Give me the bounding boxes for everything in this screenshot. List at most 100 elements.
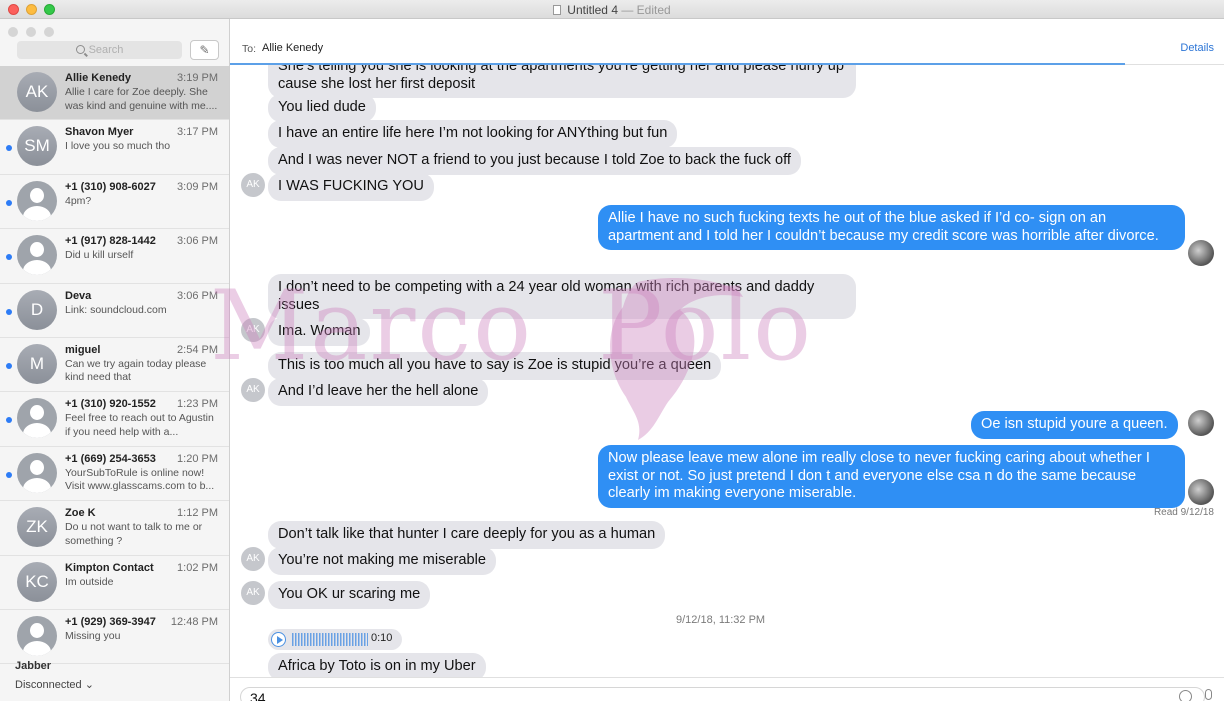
search-icon bbox=[75, 45, 85, 54]
sent-message[interactable]: Oe isn stupid youre a queen. bbox=[971, 411, 1178, 439]
inactive-window-controls bbox=[8, 24, 62, 42]
unread-indicator bbox=[6, 145, 12, 152]
conversation-time: 2:54 PM bbox=[177, 343, 218, 356]
avatar: ZK bbox=[17, 507, 57, 548]
received-message[interactable]: You lied dude bbox=[268, 94, 376, 122]
conversation-time: 3:19 PM bbox=[177, 72, 218, 84]
read-receipt: Read 9/12/18 bbox=[1153, 507, 1214, 518]
conversation-item[interactable]: KC Kimpton Contact 1:02 PM Im outside bbox=[0, 556, 229, 610]
unread-indicator bbox=[6, 362, 12, 369]
received-message[interactable]: You’re not making me miserable bbox=[268, 547, 496, 575]
conversation-time: 1:02 PM bbox=[177, 561, 218, 574]
person-icon bbox=[17, 180, 57, 221]
edited-indicator: — Edited bbox=[621, 3, 671, 17]
conversation-time: 3:09 PM bbox=[177, 180, 218, 193]
conversation-name: +1 (310) 920-1552 bbox=[65, 398, 156, 411]
contact-avatar: AK bbox=[241, 378, 265, 402]
received-message[interactable]: You OK ur scaring me bbox=[268, 581, 431, 609]
contact-avatar: AK bbox=[241, 547, 265, 571]
received-message[interactable]: Ima. Woman bbox=[268, 318, 371, 346]
window-title-text: Untitled 4 bbox=[567, 3, 618, 17]
details-button[interactable]: Details bbox=[1180, 42, 1214, 54]
conversation-name: Kimpton Contact bbox=[65, 561, 154, 574]
person-icon bbox=[17, 452, 57, 493]
contact-avatar: AK bbox=[241, 318, 265, 342]
avatar: D bbox=[17, 289, 57, 330]
contact-avatar: AK bbox=[241, 173, 265, 197]
conversation-item[interactable]: +1 (310) 908-6027 3:09 PM 4pm? bbox=[0, 175, 229, 230]
recipient-name[interactable]: Allie Kenedy bbox=[262, 42, 323, 54]
title-bar: Untitled 4 — Edited bbox=[0, 0, 1224, 19]
my-avatar bbox=[1188, 479, 1214, 505]
waveform-icon bbox=[292, 633, 368, 646]
my-avatar bbox=[1188, 240, 1214, 266]
jabber-status-dropdown[interactable]: Disconnected ⌄ bbox=[15, 678, 94, 691]
conversation-item[interactable]: ZK Zoe K 1:12 PM Do u not want to talk t… bbox=[0, 501, 229, 556]
conversation-name: miguel bbox=[65, 343, 101, 356]
conversation-preview: Do u not want to talk to me or something… bbox=[65, 521, 203, 547]
send-progress-bar bbox=[230, 63, 1125, 65]
conversation-name: +1 (310) 908-6027 bbox=[65, 180, 156, 193]
conversation-item[interactable]: +1 (310) 920-1552 1:23 PM Feel free to r… bbox=[0, 392, 229, 447]
conversation-list: AK Allie Kenedy 3:19 PM Allie I care for… bbox=[0, 66, 229, 665]
person-icon bbox=[17, 615, 57, 656]
received-message[interactable]: I WAS FUCKING YOU bbox=[268, 173, 434, 201]
conversation-item[interactable]: SM Shavon Myer 3:17 PM I love you so muc… bbox=[0, 120, 229, 175]
conversation-time: 3:06 PM bbox=[177, 235, 218, 248]
conversation-time: 3:17 PM bbox=[177, 126, 218, 139]
conversation-preview: 4pm? bbox=[65, 194, 92, 207]
received-message[interactable]: I don’t need to be competing with a 24 y… bbox=[268, 274, 856, 319]
conversation-time: 1:20 PM bbox=[177, 452, 218, 465]
conversation-item[interactable]: M miguel 2:54 PM Can we try again today … bbox=[0, 338, 229, 393]
audio-message[interactable]: 0:10 bbox=[268, 629, 402, 650]
person-icon bbox=[17, 235, 57, 276]
person-icon bbox=[17, 398, 57, 439]
conversation-item[interactable]: AK Allie Kenedy 3:19 PM Allie I care for… bbox=[0, 66, 229, 121]
conversation-preview: Feel free to reach out to Agustin if you… bbox=[65, 412, 214, 438]
conversation-name: +1 (917) 828-1442 bbox=[65, 235, 156, 248]
jabber-label: Jabber bbox=[15, 660, 52, 672]
conversation-time: 12:48 PM bbox=[170, 615, 218, 628]
message-thread[interactable]: She’s telling you she is looking at the … bbox=[230, 65, 1224, 677]
unread-indicator bbox=[6, 308, 12, 315]
conversation-preview: YourSubToRule is online now! Visit www.g… bbox=[65, 466, 215, 493]
received-message[interactable]: And I was never NOT a friend to you just… bbox=[268, 147, 801, 175]
conversation-time: 1:23 PM bbox=[177, 398, 218, 411]
received-message[interactable]: Don’t talk like that hunter I care deepl… bbox=[268, 521, 666, 549]
conversation-name: Shavon Myer bbox=[65, 126, 134, 139]
received-message[interactable]: This is too much all you have to say is … bbox=[268, 352, 722, 380]
conversation-preview: I love you so much tho bbox=[65, 140, 171, 153]
conversation-pane: To: Allie Kenedy Details She’s telling y… bbox=[230, 19, 1224, 701]
to-label: To: bbox=[242, 43, 257, 55]
conversation-time: 3:06 PM bbox=[177, 289, 218, 302]
sent-message[interactable]: Now please leave mew alone im really clo… bbox=[598, 445, 1185, 508]
compose-button[interactable]: ✎ bbox=[190, 40, 219, 60]
my-avatar bbox=[1188, 410, 1214, 436]
received-message[interactable]: And I’d leave her the hell alone bbox=[268, 378, 489, 406]
window-title: Untitled 4 — Edited bbox=[0, 3, 1224, 17]
conversation-item[interactable]: +1 (917) 828-1442 3:06 PM Did u kill urs… bbox=[0, 229, 229, 284]
microphone-icon[interactable] bbox=[1205, 689, 1212, 700]
search-field[interactable]: Search bbox=[17, 41, 182, 59]
unread-indicator bbox=[6, 417, 12, 424]
received-message[interactable]: Africa by Toto is on in my Uber bbox=[268, 653, 486, 677]
conversation-name: +1 (929) 369-3947 bbox=[65, 615, 156, 628]
audio-duration: 0:10 bbox=[371, 632, 393, 644]
conversation-item[interactable]: +1 (669) 254-3653 1:20 PM YourSubToRule … bbox=[0, 447, 229, 502]
conversation-item[interactable]: D Deva 3:06 PM Link: soundcloud.com bbox=[0, 284, 229, 338]
conversation-sidebar: Search ✎ AK Allie Kenedy 3:19 PM Allie I… bbox=[0, 19, 230, 701]
sent-message[interactable]: Allie I have no such fucking texts he ou… bbox=[598, 205, 1185, 250]
conversation-name: Zoe K bbox=[65, 507, 96, 520]
emoji-icon[interactable] bbox=[1179, 690, 1192, 701]
avatar: KC bbox=[17, 561, 57, 602]
play-icon[interactable] bbox=[271, 632, 286, 647]
recipient-bar: To: Allie Kenedy Details bbox=[230, 19, 1224, 65]
conversation-preview: Can we try again today please kind need … bbox=[65, 357, 207, 384]
conversation-preview: Missing you bbox=[65, 629, 121, 642]
conversation-preview: Allie I care for Zoe deeply. She was kin… bbox=[65, 86, 218, 112]
message-input[interactable]: 34 bbox=[240, 687, 1205, 701]
conversation-name: Allie Kenedy bbox=[65, 72, 132, 84]
document-icon bbox=[553, 5, 562, 15]
received-message[interactable]: I have an entire life here I’m not looki… bbox=[268, 120, 678, 148]
conversation-item[interactable]: +1 (929) 369-3947 12:48 PM Missing you bbox=[0, 610, 229, 665]
